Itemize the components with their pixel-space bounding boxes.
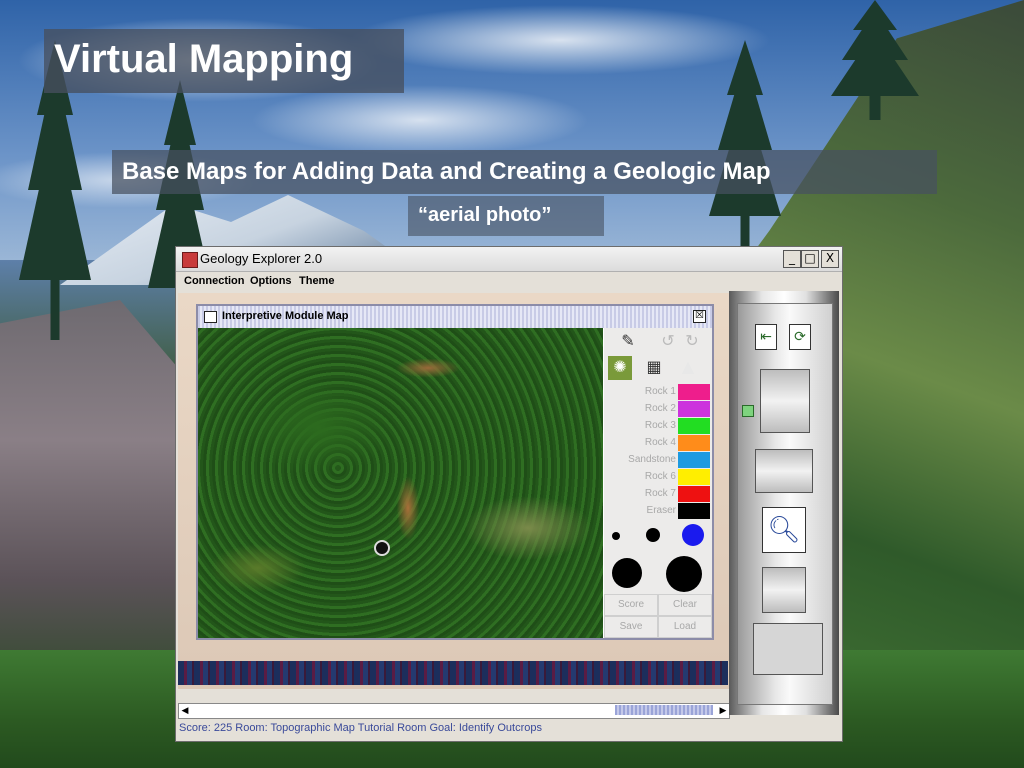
brush-size-medium[interactable]: [646, 528, 660, 542]
minimize-button[interactable]: _: [783, 250, 801, 268]
aerial-photo-map[interactable]: [198, 328, 603, 638]
device-display-slot[interactable]: [760, 369, 810, 433]
rock-3-label: Rock 3: [644, 420, 676, 431]
window-title: Geology Explorer 2.0: [200, 251, 323, 266]
status-text: Score: 225 Room: Topographic Map Tutoria…: [179, 722, 542, 734]
scrollbar-thumb[interactable]: [615, 705, 713, 715]
map-internal-window: Interpretive Module Map ☒ ✎ ↺ ↻ ✺ ▦ ▲ Ro…: [196, 304, 714, 640]
device-panel: ⇤ ⟳ 🔍︎: [729, 291, 839, 715]
pencil-icon[interactable]: ✎: [616, 330, 640, 354]
triangle-icon[interactable]: ▲: [676, 356, 700, 380]
slide-caption: “aerial photo”: [418, 204, 552, 226]
slide-caption-box: “aerial photo”: [408, 196, 604, 236]
import-icon[interactable]: ⇤: [755, 324, 777, 350]
scroll-left-icon[interactable]: ◀: [179, 704, 191, 716]
score-button[interactable]: Score: [604, 594, 658, 616]
slide-title: Virtual Mapping: [54, 37, 354, 81]
sandstone-label: Sandstone: [628, 454, 676, 465]
menu-theme[interactable]: Theme: [299, 275, 334, 287]
rock-7-swatch[interactable]: [678, 486, 710, 502]
rock-4-swatch[interactable]: [678, 435, 710, 451]
maximize-button[interactable]: □: [801, 250, 819, 268]
map-window-titlebar[interactable]: Interpretive Module Map ☒: [198, 306, 712, 328]
menu-options[interactable]: Options: [250, 275, 292, 287]
undo-icon[interactable]: ↺: [656, 330, 680, 354]
window-titlebar[interactable]: Geology Explorer 2.0 _ □ X: [176, 247, 842, 272]
slide-subtitle: Base Maps for Adding Data and Creating a…: [122, 158, 771, 185]
map-cursor-icon: [374, 540, 390, 556]
menu-bar: Connection Options Theme: [176, 272, 842, 292]
window-icon: [204, 311, 217, 323]
sandstone-swatch[interactable]: [678, 452, 710, 468]
rock-2-swatch[interactable]: [678, 401, 710, 417]
device-small-screen[interactable]: [762, 567, 806, 613]
rock-6-label: Rock 6: [644, 471, 676, 482]
menu-connection[interactable]: Connection: [184, 275, 245, 287]
map-window-close-button[interactable]: ☒: [693, 310, 706, 323]
scroll-right-icon[interactable]: ▶: [717, 704, 729, 716]
load-button[interactable]: Load: [658, 616, 712, 638]
rock-3-swatch[interactable]: [678, 418, 710, 434]
slide-subtitle-box: Base Maps for Adding Data and Creating a…: [112, 150, 937, 194]
tool-palette: ✎ ↺ ↻ ✺ ▦ ▲ Rock 1 Rock 2 Rock 3 Rock 4 …: [604, 328, 712, 638]
device-blank-slot[interactable]: [753, 623, 823, 675]
magnifier-icon[interactable]: 🔍︎: [762, 507, 806, 553]
horizontal-scrollbar[interactable]: ◀ ▶: [178, 703, 730, 719]
clear-button[interactable]: Clear: [658, 594, 712, 616]
rock-2-label: Rock 2: [644, 403, 676, 414]
outcrop-tool-icon[interactable]: ✺: [608, 356, 632, 380]
rock-1-label: Rock 1: [644, 386, 676, 397]
map-window-title: Interpretive Module Map: [222, 310, 349, 322]
brush-size-large[interactable]: [612, 558, 642, 588]
status-bar: Score: 225 Room: Topographic Map Tutoria…: [176, 719, 842, 739]
rock-4-label: Rock 4: [644, 437, 676, 448]
grid-icon[interactable]: ▦: [642, 356, 666, 380]
refresh-icon[interactable]: ⟳: [789, 324, 811, 350]
brush-size-xlarge[interactable]: [666, 556, 702, 592]
brush-size-small[interactable]: [612, 532, 620, 540]
eraser-swatch[interactable]: [678, 503, 710, 519]
eraser-label: Eraser: [646, 505, 676, 516]
rock-6-swatch[interactable]: [678, 469, 710, 485]
save-button[interactable]: Save: [604, 616, 658, 638]
rock-7-label: Rock 7: [644, 488, 676, 499]
brush-size-selected[interactable]: [682, 524, 704, 546]
close-button[interactable]: X: [821, 250, 839, 268]
redo-icon[interactable]: ↻: [680, 330, 704, 354]
indicator-led-icon: [742, 405, 754, 417]
device-screen-button[interactable]: [755, 449, 813, 493]
workspace-strip: [178, 661, 728, 685]
app-icon: [182, 252, 198, 268]
slide-title-box: Virtual Mapping: [44, 29, 404, 93]
rock-1-swatch[interactable]: [678, 384, 710, 400]
